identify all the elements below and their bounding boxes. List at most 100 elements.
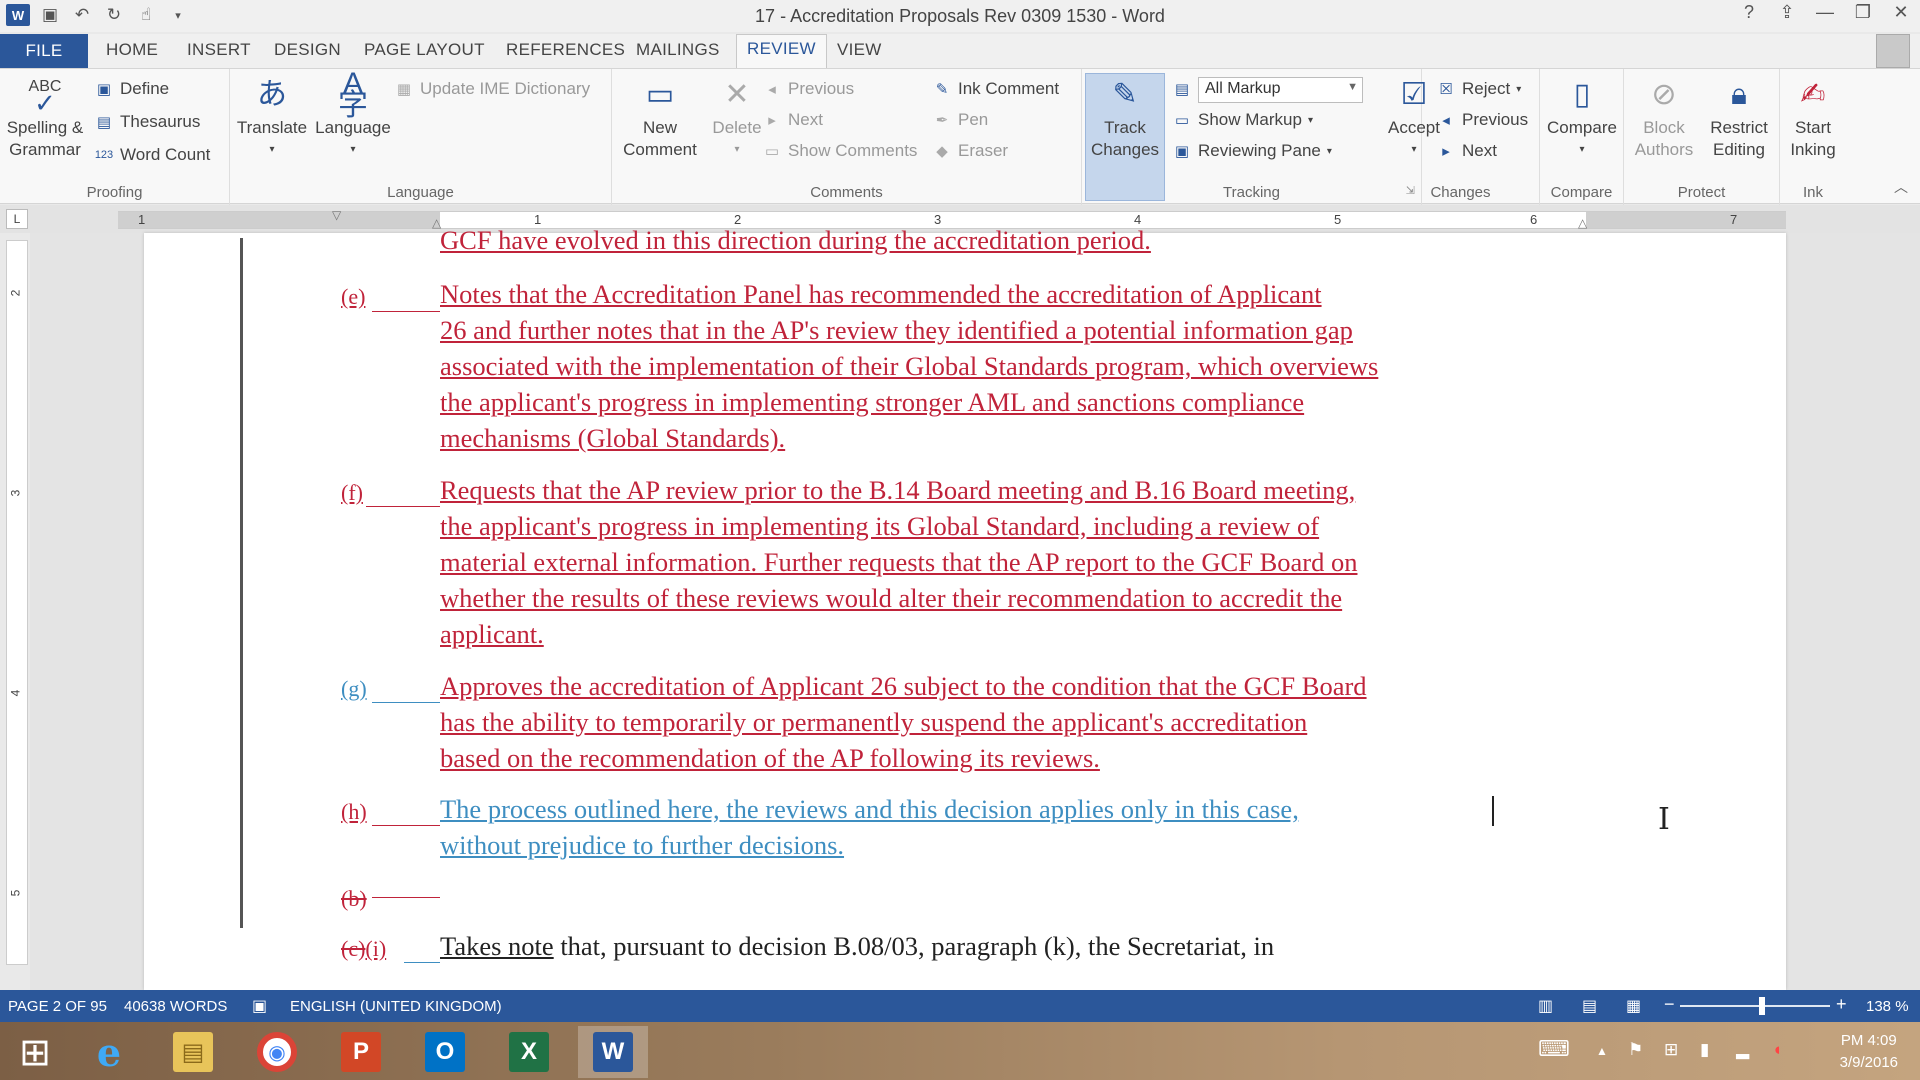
first-line-indent-marker[interactable]: ▽ xyxy=(332,208,341,222)
group-protect: ⊘ Block Authors 🔒︎ Restrict Editing Prot… xyxy=(1624,69,1780,205)
taskbar-chrome[interactable]: ◉ xyxy=(242,1026,312,1078)
show-comments-button[interactable]: ▭ Show Comments xyxy=(762,141,918,161)
word-count[interactable]: 40638 WORDS xyxy=(124,998,227,1015)
markup-display-select[interactable]: All Markup ▼ xyxy=(1198,77,1363,103)
compare-label: Compare xyxy=(1547,118,1617,137)
previous-change-button[interactable]: ◂ Previous xyxy=(1436,110,1528,130)
accept-dropdown-icon: ▾ xyxy=(1411,144,1417,155)
show-hidden-icons-icon[interactable]: ▲ xyxy=(1596,1044,1608,1058)
vruler-number: 3 xyxy=(8,489,23,497)
read-mode-icon[interactable]: ▥ xyxy=(1538,996,1553,1016)
show-markup-button[interactable]: ▭ Show Markup ▾ xyxy=(1172,110,1313,130)
tab-references[interactable]: REFERENCES xyxy=(506,40,625,60)
taskbar-word[interactable]: W xyxy=(578,1026,648,1078)
spelling-grammar-button[interactable]: ABC ✓ Spelling & Grammar xyxy=(6,73,84,161)
windows-tray-icon[interactable]: ⊞ xyxy=(1664,1040,1678,1060)
next-change-button[interactable]: ▸ Next xyxy=(1436,141,1497,161)
doc-line-top: GCF have evolved in this direction durin… xyxy=(440,225,1151,255)
group-label-changes: Changes xyxy=(1430,184,1491,201)
thesaurus-button[interactable]: ▤ Thesaurus xyxy=(94,112,200,132)
tab-selector[interactable]: L xyxy=(6,209,28,229)
reviewing-pane-icon: ▣ xyxy=(1174,143,1190,160)
zoom-level[interactable]: 138 % xyxy=(1866,998,1909,1015)
word-count-button[interactable]: 123 Word Count xyxy=(94,145,211,165)
reviewing-pane-label: Reviewing Pane xyxy=(1198,141,1321,160)
excel-icon: X xyxy=(509,1032,549,1072)
restrict-editing-icon: 🔒︎ xyxy=(1731,78,1747,111)
start-inking-label: Start xyxy=(1795,118,1831,137)
accept-button[interactable]: ☑ Accept ▾ xyxy=(1386,73,1442,161)
track-changes-button[interactable]: ✎ Track Changes xyxy=(1085,73,1165,161)
group-proofing: ABC ✓ Spelling & Grammar ▣ Define ▤ Thesaur… xyxy=(0,69,230,205)
collapse-ribbon-icon[interactable]: ︿ xyxy=(1894,177,1908,197)
restrict-editing-button[interactable]: 🔒︎ Restrict Editing xyxy=(1702,73,1776,161)
pen-button[interactable]: ✒ Pen xyxy=(932,110,989,130)
language-button[interactable]: A字 Language ▾ xyxy=(312,69,394,161)
minimize-button[interactable]: — xyxy=(1814,2,1836,23)
num-tab-underline xyxy=(404,962,440,963)
start-button[interactable]: ⊞ xyxy=(0,1026,70,1078)
taskbar-powerpoint[interactable]: P xyxy=(326,1026,396,1078)
tab-view[interactable]: VIEW xyxy=(837,40,882,60)
next-comment-button[interactable]: ▸ Next xyxy=(762,110,823,130)
text-cursor xyxy=(1492,796,1494,826)
help-icon[interactable]: ? xyxy=(1738,2,1760,23)
proofing-status-icon[interactable]: ▣ xyxy=(252,996,267,1016)
touch-keyboard-icon[interactable]: ⌨ xyxy=(1538,1036,1570,1062)
zoom-in-button[interactable]: + xyxy=(1836,994,1847,1015)
reviewing-pane-dropdown-icon: ▾ xyxy=(1326,145,1332,157)
vertical-ruler[interactable]: 2 3 4 5 xyxy=(6,240,28,965)
page-count[interactable]: PAGE 2 OF 95 xyxy=(8,998,107,1015)
language-status[interactable]: ENGLISH (UNITED KINGDOM) xyxy=(290,998,502,1015)
taskbar-excel[interactable]: X xyxy=(494,1026,564,1078)
ink-comment-button[interactable]: ✎ Ink Comment xyxy=(932,79,1059,99)
zoom-slider[interactable] xyxy=(1680,1005,1830,1007)
tab-home[interactable]: HOME xyxy=(106,40,158,60)
tab-file[interactable]: FILE xyxy=(0,34,88,68)
taskbar-ie[interactable]: e xyxy=(74,1026,144,1078)
user-account-icon[interactable] xyxy=(1876,34,1910,68)
eraser-button[interactable]: ◆ Eraser xyxy=(932,141,1008,161)
system-clock[interactable]: PM 4:09 3/9/2016 xyxy=(1840,1030,1898,1074)
eraser-label: Eraser xyxy=(958,141,1009,160)
start-inking-button[interactable]: ✍ Start Inking xyxy=(1780,73,1846,161)
translate-button[interactable]: あ Translate ▾ xyxy=(236,73,308,161)
reject-icon: ☒ xyxy=(1439,81,1453,98)
tab-review[interactable]: REVIEW xyxy=(736,34,827,69)
previous-change-icon: ◂ xyxy=(1442,112,1450,129)
network-signal-icon[interactable]: ▂ xyxy=(1736,1040,1749,1060)
volume-icon[interactable]: ◖ xyxy=(1772,1040,1782,1060)
taskbar-outlook[interactable]: O xyxy=(410,1026,480,1078)
block-authors-button[interactable]: ⊘ Block Authors xyxy=(1628,73,1700,161)
para-number-i-inserted: (i) xyxy=(365,936,387,961)
tab-insert[interactable]: INSERT xyxy=(187,40,251,60)
previous-comment-button[interactable]: ◂ Previous xyxy=(762,79,854,99)
window-title: 17 - Accreditation Proposals Rev 0309 15… xyxy=(755,6,1165,26)
close-button[interactable]: ✕ xyxy=(1890,2,1912,23)
doc-line: Requests that the AP review prior to the… xyxy=(440,475,1356,505)
eraser-icon: ◆ xyxy=(936,143,948,160)
tab-mailings[interactable]: MAILINGS xyxy=(636,40,720,60)
taskbar-explorer[interactable]: ▤ xyxy=(158,1026,228,1078)
show-markup-dropdown-icon: ▾ xyxy=(1307,114,1313,126)
tab-page-layout[interactable]: PAGE LAYOUT xyxy=(364,40,485,60)
zoom-out-button[interactable]: − xyxy=(1664,994,1675,1015)
powerpoint-icon: P xyxy=(341,1032,381,1072)
restore-button[interactable]: ❐ xyxy=(1852,2,1874,23)
right-indent-marker[interactable]: △ xyxy=(1578,216,1587,230)
ribbon-display-icon[interactable]: ⇪ xyxy=(1776,2,1798,23)
reject-button[interactable]: ☒ Reject ▾ xyxy=(1436,79,1521,99)
action-center-flag-icon[interactable]: ⚑ xyxy=(1628,1040,1643,1060)
tab-design[interactable]: DESIGN xyxy=(274,40,341,60)
update-ime-dictionary-button[interactable]: ▦ Update IME Dictionary xyxy=(394,79,590,99)
web-layout-icon[interactable]: ▦ xyxy=(1626,996,1641,1016)
new-comment-button[interactable]: ▭ New Comment xyxy=(616,73,704,161)
delete-dropdown-icon: ▾ xyxy=(734,144,740,155)
reviewing-pane-button[interactable]: ▣ Reviewing Pane ▾ xyxy=(1172,141,1332,161)
zoom-slider-thumb[interactable] xyxy=(1759,997,1765,1015)
compare-button[interactable]: ▯ Compare ▾ xyxy=(1542,73,1622,161)
power-icon[interactable]: ▮ xyxy=(1700,1040,1709,1060)
doc-line: The process outlined here, the reviews a… xyxy=(440,794,1299,824)
define-button[interactable]: ▣ Define xyxy=(94,79,169,99)
print-layout-icon[interactable]: ▤ xyxy=(1582,996,1597,1016)
